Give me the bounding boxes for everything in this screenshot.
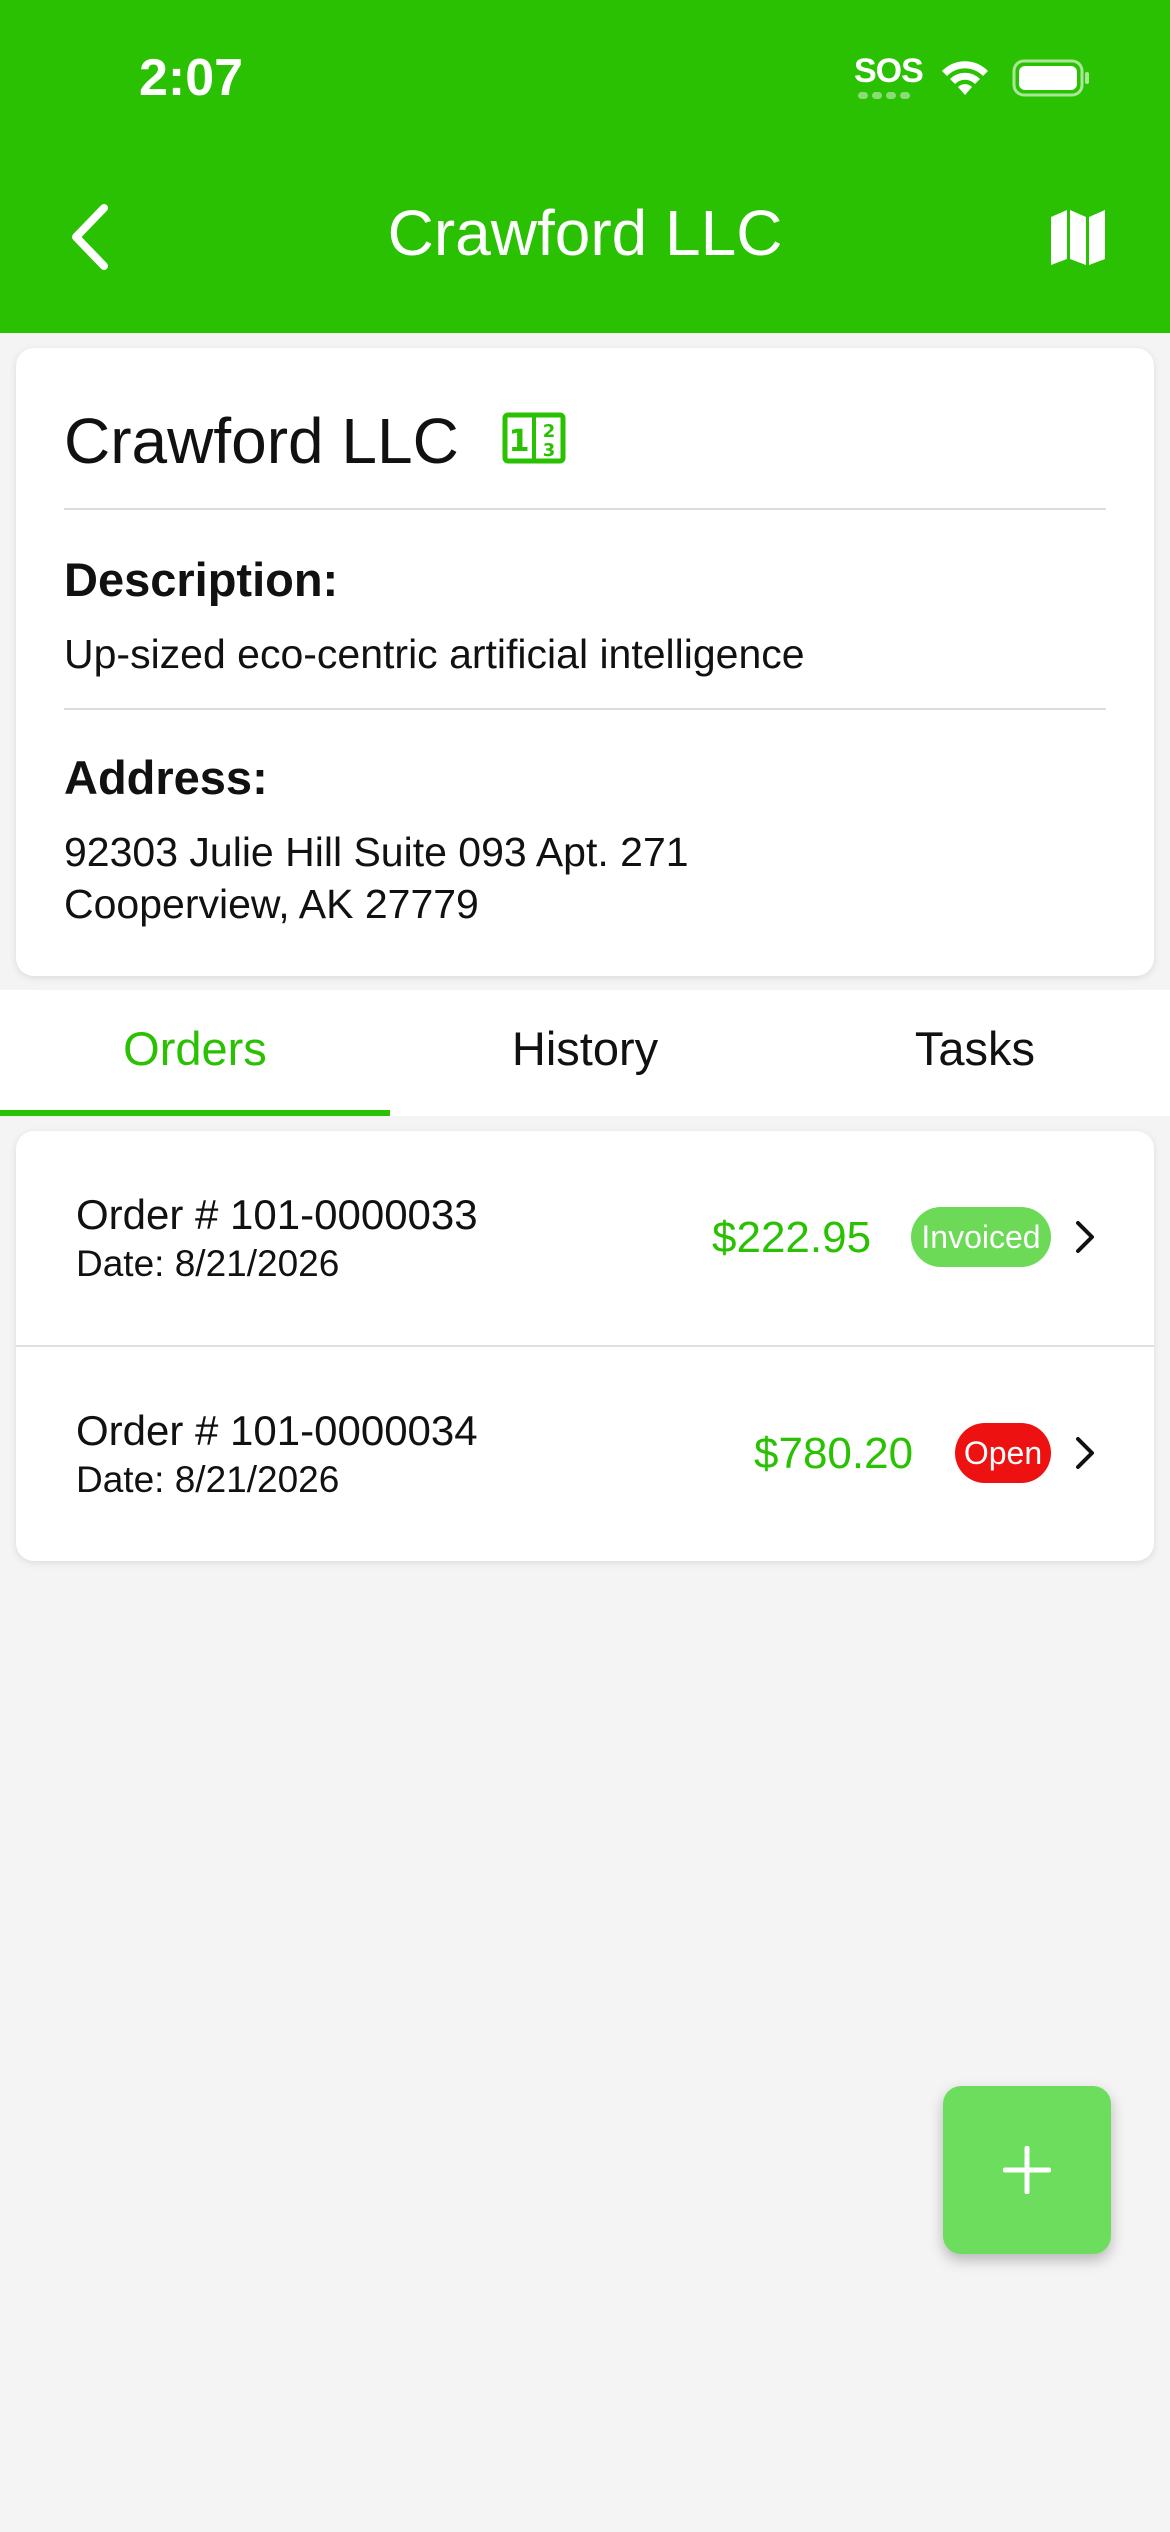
order-date: Date: 8/21/2026: [76, 1243, 340, 1284]
status-time: 2:07: [139, 49, 244, 107]
tab-orders[interactable]: Orders: [0, 990, 390, 1116]
app-header: 2:07 SOS Crawford LLC: [0, 0, 1170, 333]
order-row[interactable]: Order # 101-0000033 Date: 8/21/2026 $222…: [16, 1131, 1154, 1345]
battery-icon: [1012, 59, 1089, 97]
svg-text:2: 2: [543, 421, 556, 442]
divider: [64, 508, 1106, 510]
order-amount: $780.20: [754, 1429, 914, 1478]
sos-indicator: SOS: [854, 52, 924, 104]
sos-label: SOS: [854, 52, 924, 90]
order-amount: $222.95: [712, 1213, 872, 1262]
description-label: Description:: [64, 553, 339, 606]
status-badge: Open: [955, 1423, 1051, 1483]
customer-info-card: Crawford LLC 1 2 3 Description: Up-sized…: [16, 348, 1154, 976]
wifi-icon: [942, 61, 988, 95]
map-icon: [1051, 210, 1105, 265]
address-label: Address:: [64, 751, 268, 804]
map-button[interactable]: [1046, 205, 1110, 269]
divider: [64, 708, 1106, 710]
tab-tasks[interactable]: Tasks: [780, 990, 1170, 1116]
address-line-1: 92303 Julie Hill Suite 093 Apt. 271: [64, 829, 689, 875]
status-icons: SOS: [854, 52, 1092, 104]
order-number: Order # 101-0000033: [76, 1191, 478, 1238]
tab-history[interactable]: History: [390, 990, 780, 1116]
chevron-right-icon: [1076, 1437, 1094, 1469]
order-row[interactable]: Order # 101-0000034 Date: 8/21/2026 $780…: [16, 1345, 1154, 1559]
tab-bar: Orders History Tasks: [0, 990, 1170, 1116]
plus-icon: [1003, 2146, 1051, 2194]
order-date: Date: 8/21/2026: [76, 1459, 340, 1500]
address-line-2: Cooperview, AK 27779: [64, 881, 479, 927]
numbers-grid-icon[interactable]: 1 2 3: [502, 412, 566, 464]
description-value: Up-sized eco-centric artificial intellig…: [64, 631, 805, 677]
status-badge: Invoiced: [911, 1207, 1051, 1267]
orders-list: Order # 101-0000033 Date: 8/21/2026 $222…: [16, 1131, 1154, 1561]
chevron-right-icon: [1076, 1221, 1094, 1253]
page-title: Crawford LLC: [387, 197, 783, 269]
svg-text:1: 1: [509, 424, 530, 459]
svg-text:3: 3: [543, 440, 556, 461]
add-order-button[interactable]: [943, 2086, 1111, 2254]
customer-name: Crawford LLC: [64, 405, 459, 477]
order-number: Order # 101-0000034: [76, 1407, 478, 1454]
